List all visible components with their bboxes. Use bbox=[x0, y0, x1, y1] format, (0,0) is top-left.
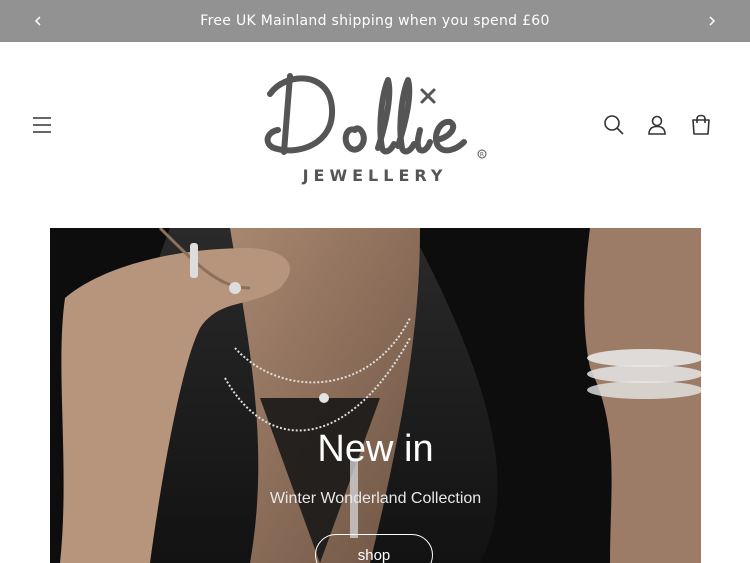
announcement-text: Free UK Mainland shipping when you spend… bbox=[200, 13, 550, 29]
hero-title: New in bbox=[317, 428, 434, 470]
chevron-left-icon bbox=[34, 16, 41, 26]
site-header: R JEWELLERY bbox=[0, 42, 750, 218]
shop-button[interactable]: shop bbox=[315, 534, 433, 563]
search-button[interactable] bbox=[599, 110, 629, 140]
announcement-prev-button[interactable] bbox=[27, 10, 49, 32]
menu-icon bbox=[33, 117, 51, 133]
hero-subtitle: Winter Wonderland Collection bbox=[269, 490, 482, 507]
chevron-right-icon bbox=[709, 16, 716, 26]
announcement-next-button[interactable] bbox=[701, 10, 723, 32]
svg-text:R: R bbox=[480, 152, 484, 159]
logo-wordmark: R bbox=[264, 73, 487, 159]
announcement-bar: Free UK Mainland shipping when you spend… bbox=[0, 0, 750, 42]
cart-button[interactable] bbox=[686, 110, 716, 140]
account-button[interactable] bbox=[642, 110, 672, 140]
search-icon bbox=[604, 115, 624, 135]
hero-banner: New in Winter Wonderland Collection shop bbox=[50, 228, 701, 563]
menu-button[interactable] bbox=[27, 110, 57, 140]
hero-image bbox=[50, 228, 701, 563]
logo-tagline: JEWELLERY bbox=[302, 166, 448, 185]
account-icon bbox=[648, 115, 666, 135]
cart-icon bbox=[692, 114, 710, 135]
site-logo[interactable]: R JEWELLERY bbox=[260, 64, 490, 189]
